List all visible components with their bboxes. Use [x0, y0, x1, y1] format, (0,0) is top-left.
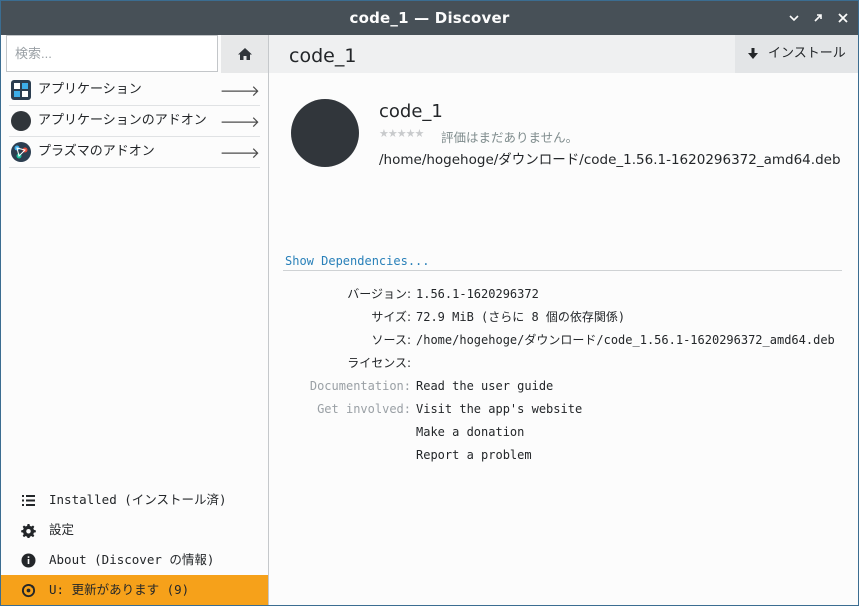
home-icon: [237, 48, 252, 60]
detail-row-documentation: Documentation: Read the user guide: [269, 375, 858, 398]
app-name: code_1: [379, 101, 443, 122]
title-bar[interactable]: code_1 — Discover: [1, 1, 858, 35]
install-button[interactable]: インストール: [735, 35, 858, 73]
website-link[interactable]: Visit the app's website: [416, 398, 582, 421]
window-title: code_1 — Discover: [349, 9, 510, 27]
list-icon: [21, 493, 36, 508]
discover-window: code_1 — Discover 検索... アプリケーション 🡒 アプリケー…: [0, 0, 859, 606]
rating-stars: ★★★★★: [379, 127, 424, 140]
nav-installed[interactable]: Installed (インストール済): [1, 485, 268, 515]
documentation-label: Documentation:: [309, 379, 411, 393]
nav-settings[interactable]: 設定: [1, 515, 268, 545]
category-label: アプリケーションのアドオン: [38, 113, 207, 128]
detail-row-license: ライセンス:: [269, 352, 858, 375]
detail-row-version: バージョン: 1.56.1-1620296372: [269, 283, 858, 306]
detail-row-get-involved: Get involved: Visit the app's website: [269, 398, 858, 421]
arrow-right-icon: 🡒: [219, 144, 260, 162]
update-icon: [21, 583, 36, 598]
category-item-app-addons[interactable]: アプリケーションのアドオン 🡒: [9, 106, 260, 137]
gear-icon: [21, 523, 36, 538]
version-label: バージョン:: [347, 287, 411, 301]
category-label: アプリケーション: [38, 82, 142, 97]
nav-label: U: 更新があります (9): [49, 582, 190, 597]
info-icon: [21, 553, 36, 568]
size-value: 72.9 MiB (さらに 8 個の依存関係): [416, 310, 626, 324]
rating-text: 評価はまだありません。: [441, 130, 579, 145]
arrow-right-icon: 🡒: [219, 82, 260, 100]
sidebar: アプリケーション 🡒 アプリケーションのアドオン 🡒: [1, 35, 269, 605]
report-problem-link[interactable]: Report a problem: [416, 444, 532, 467]
show-dependencies-link[interactable]: Show Dependencies...: [285, 254, 430, 268]
nav-updates[interactable]: U: 更新があります (9): [1, 575, 268, 605]
plasma-addons-icon: [11, 142, 31, 162]
search-input[interactable]: [6, 35, 218, 72]
app-addons-icon: [11, 111, 31, 131]
detail-row-report: Report a problem: [269, 444, 858, 467]
user-guide-link[interactable]: Read the user guide: [416, 375, 553, 398]
category-list: アプリケーション 🡒 アプリケーションのアドオン 🡒 プラズマのアドオン 🡒: [1, 75, 268, 168]
minimize-icon[interactable]: [786, 10, 802, 26]
bottom-navigation: Installed (インストール済) 設定 About (Discover の…: [1, 485, 268, 605]
category-label: プラズマのアドオン: [38, 144, 155, 159]
nav-label: 設定: [49, 522, 75, 537]
app-icon: [291, 99, 359, 167]
source-label: ソース:: [371, 333, 411, 347]
divider: [283, 270, 842, 271]
arrow-right-icon: 🡒: [219, 113, 260, 131]
install-label: インストール: [768, 46, 846, 61]
version-value: 1.56.1-1620296372: [416, 287, 539, 301]
applications-icon: [11, 80, 31, 100]
detail-row-size: サイズ: 72.9 MiB (さらに 8 個の依存関係): [269, 306, 858, 329]
nav-about[interactable]: About (Discover の情報): [1, 545, 268, 575]
home-button[interactable]: [221, 35, 268, 73]
download-icon: [747, 35, 759, 76]
page-header: code_1 インストール: [269, 35, 858, 73]
main-content: code_1 インストール code_1 ★★★★★ 評価はまだありません。 /…: [269, 35, 858, 605]
detail-row-donation: Make a donation: [269, 421, 858, 444]
size-label: サイズ:: [371, 310, 411, 324]
details-table: バージョン: 1.56.1-1620296372 サイズ: 72.9 MiB (…: [269, 283, 858, 467]
category-item-applications[interactable]: アプリケーション 🡒: [9, 75, 260, 106]
detail-row-source: ソース: /home/hogehoge/ダウンロード/code_1.56.1-1…: [269, 329, 858, 352]
app-package-path: /home/hogehoge/ダウンロード/code_1.56.1-162029…: [379, 152, 841, 168]
nav-label: Installed (インストール済): [49, 492, 227, 507]
donation-link[interactable]: Make a donation: [416, 421, 524, 444]
nav-label: About (Discover の情報): [49, 552, 215, 567]
license-label: ライセンス:: [347, 356, 411, 370]
source-value: /home/hogehoge/ダウンロード/code_1.56.1-162029…: [416, 333, 835, 347]
maximize-icon[interactable]: [810, 10, 826, 26]
category-item-plasma-addons[interactable]: プラズマのアドオン 🡒: [9, 137, 260, 168]
get-involved-label: Get involved:: [317, 402, 411, 416]
close-icon[interactable]: [835, 10, 851, 26]
page-title: code_1: [289, 45, 357, 67]
